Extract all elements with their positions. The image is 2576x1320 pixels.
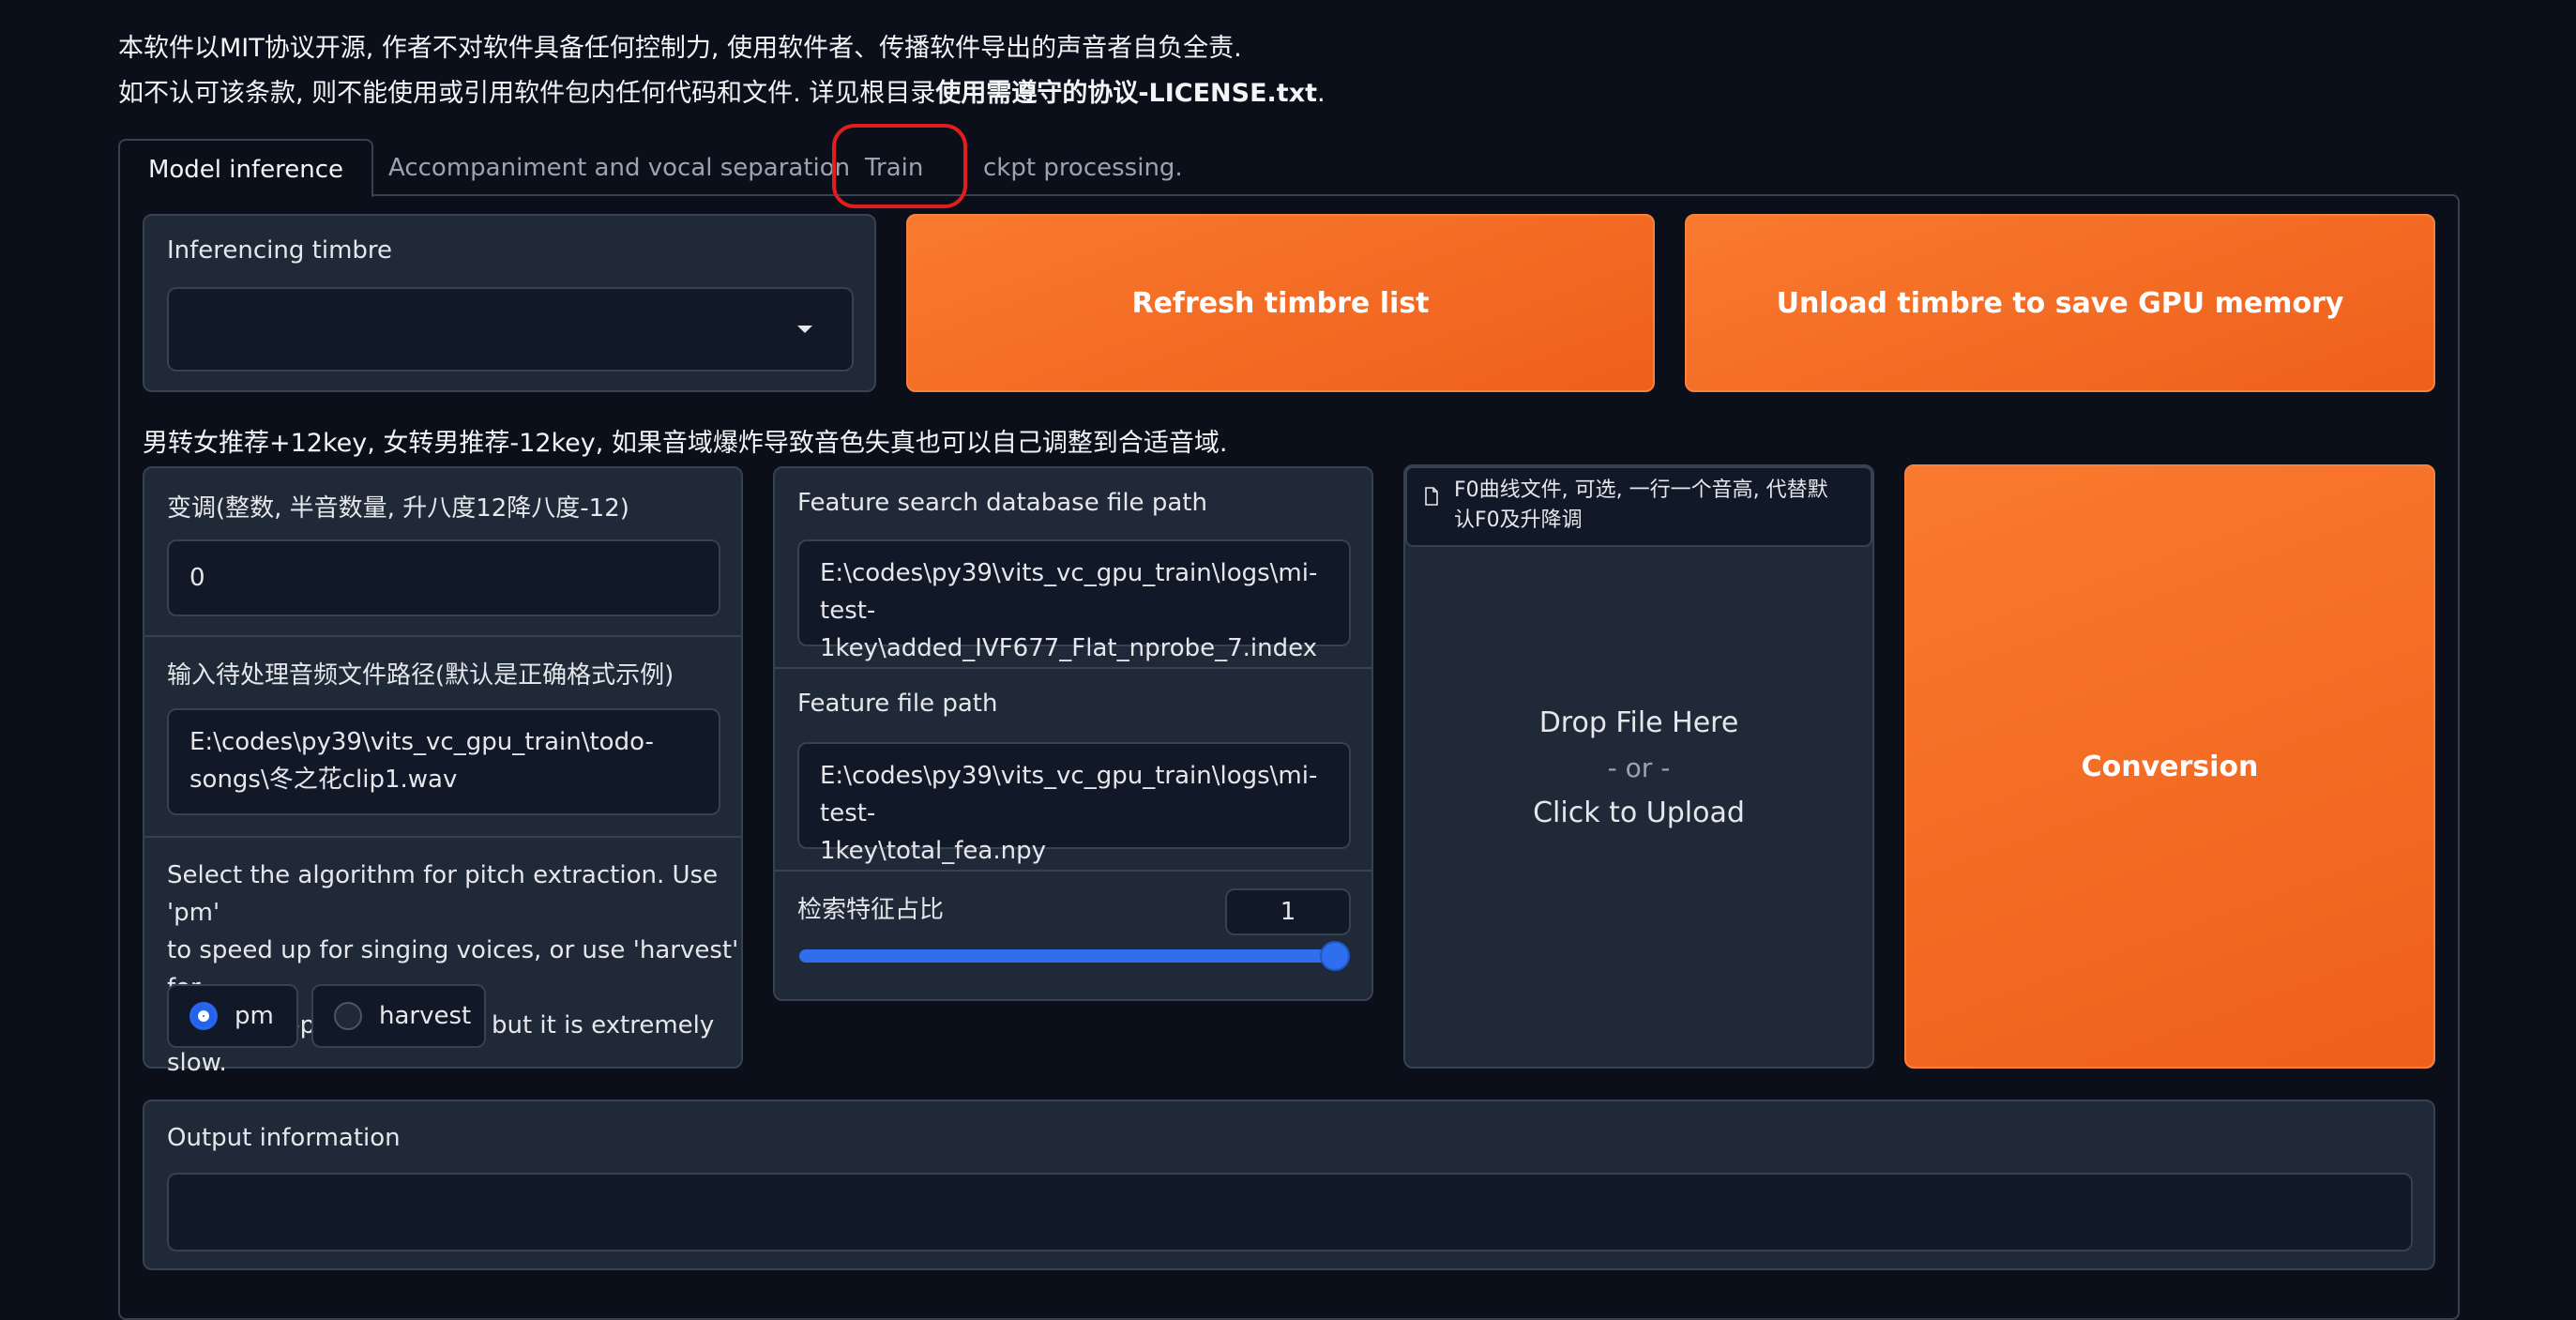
license-file-link: 使用需遵守的协议-LICENSE.txt [935,79,1318,108]
license-notice: 本软件以MIT协议开源, 作者不对软件具备任何控制力, 使用软件者、传播软件导出… [118,26,1326,116]
click-to-upload-text: Click to Upload [1533,797,1745,829]
timbre-label: Inferencing timbre [167,236,393,265]
feature-file-path-field[interactable]: E:\codes\py39\vits_vc_gpu_train\logs\mi-… [797,742,1351,865]
transpose-label: 变调(整数, 半音数量, 升八度12降八度-12) [167,494,629,523]
conversion-button[interactable]: Conversion [1904,464,2435,1069]
upload-prompt: Drop File Here - or - Click to Upload [1405,701,1872,836]
middle-column-box: Feature search database file path E:\cod… [773,466,1373,1001]
divider [144,635,741,637]
divider [144,836,741,838]
refresh-timbre-button[interactable]: Refresh timbre list [906,214,1655,392]
tab-ckpt-processing[interactable]: ckpt processing. [983,139,1183,197]
divider [775,667,1371,669]
tab-bar: Model inference Accompaniment and vocal … [118,139,2460,197]
input-audio-label: 输入待处理音频文件路径(默认是正确格式示例) [167,661,674,690]
index-ratio-slider-handle[interactable] [1320,941,1350,971]
notice-line-2: 如不认可该条款, 则不能使用或引用软件包内任何代码和文件. 详见根目录使用需遵守… [118,79,1326,108]
output-info-box: Output information [143,1100,2435,1270]
file-icon [1425,487,1438,506]
drop-file-text: Drop File Here [1538,706,1739,739]
output-info-textarea[interactable] [167,1173,2413,1252]
notice-line-1: 本软件以MIT协议开源, 作者不对软件具备任何控制力, 使用软件者、传播软件导出… [118,34,1242,63]
divider [775,870,1371,872]
transpose-input[interactable]: 0 [167,539,720,616]
index-ratio-slider-track[interactable] [799,949,1348,963]
feature-index-path-field[interactable]: E:\codes\py39\vits_vc_gpu_train\logs\mi-… [797,539,1351,662]
f0-file-upload-area[interactable]: F0曲线文件, 可选, 一行一个音高, 代替默 认F0及升降调 Drop Fil… [1403,464,1874,1069]
input-audio-path-field[interactable]: E:\codes\py39\vits_vc_gpu_train\todo- so… [167,708,720,815]
timbre-selector-box: Inferencing timbre [143,214,876,392]
tab-vocal-separation[interactable]: Accompaniment and vocal separation [388,139,850,197]
feature-index-label: Feature search database file path [797,489,1207,517]
pitch-algorithm-label: Select the algorithm for pitch extractio… [167,861,739,1077]
chevron-down-icon [797,326,812,333]
index-ratio-number-input[interactable]: 1 [1225,888,1351,935]
radio-option-pm[interactable]: pm [167,984,298,1048]
radio-unselected-icon [334,1002,362,1030]
transpose-hint: 男转女推荐+12key, 女转男推荐-12key, 如果音域爆炸导致音色失真也可… [143,429,1228,458]
radio-option-harvest[interactable]: harvest [311,984,486,1048]
unload-timbre-button[interactable]: Unload timbre to save GPU memory [1685,214,2435,392]
index-ratio-label: 检索特征占比 [797,896,945,924]
feature-file-label: Feature file path [797,690,998,718]
tab-train[interactable]: Train [865,139,923,197]
output-info-label: Output information [167,1124,401,1152]
tab-model-inference[interactable]: Model inference [118,139,373,197]
left-column-box: 变调(整数, 半音数量, 升八度12降八度-12) 0 输入待处理音频文件路径(… [143,466,743,1077]
radio-selected-icon [189,1002,218,1030]
f0-file-label: F0曲线文件, 可选, 一行一个音高, 代替默 认F0及升降调 [1405,466,1872,547]
timbre-dropdown[interactable] [167,287,854,372]
or-separator: - or - [1607,752,1671,783]
